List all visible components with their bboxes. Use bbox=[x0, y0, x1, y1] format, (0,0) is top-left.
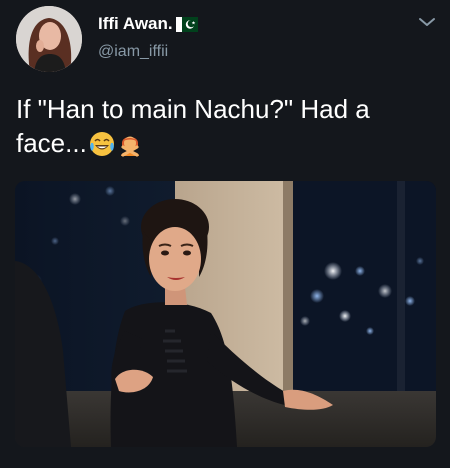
display-name[interactable]: Iffi Awan. bbox=[98, 14, 198, 34]
woman-shrugging-photo bbox=[15, 181, 436, 447]
tweet-body: If "Han to main Nachu?" Had a face... bbox=[16, 94, 370, 158]
tweet-card: Iffi Awan. @iam_iffii If "Han to main Na… bbox=[0, 0, 450, 468]
avatar-image bbox=[16, 6, 82, 72]
person-gesturing-no-icon bbox=[120, 136, 139, 157]
user-handle[interactable]: @iam_iffii bbox=[98, 43, 168, 61]
display-name-text: Iffi Awan. bbox=[98, 14, 173, 33]
chevron-down-icon[interactable] bbox=[418, 16, 436, 28]
avatar[interactable] bbox=[16, 6, 82, 72]
face-with-tears-of-joy-icon bbox=[89, 132, 114, 156]
tweet-media[interactable] bbox=[15, 181, 436, 447]
pakistan-flag-icon bbox=[175, 16, 198, 32]
tweet-text: If "Han to main Nachu?" Had a face... bbox=[16, 92, 436, 160]
